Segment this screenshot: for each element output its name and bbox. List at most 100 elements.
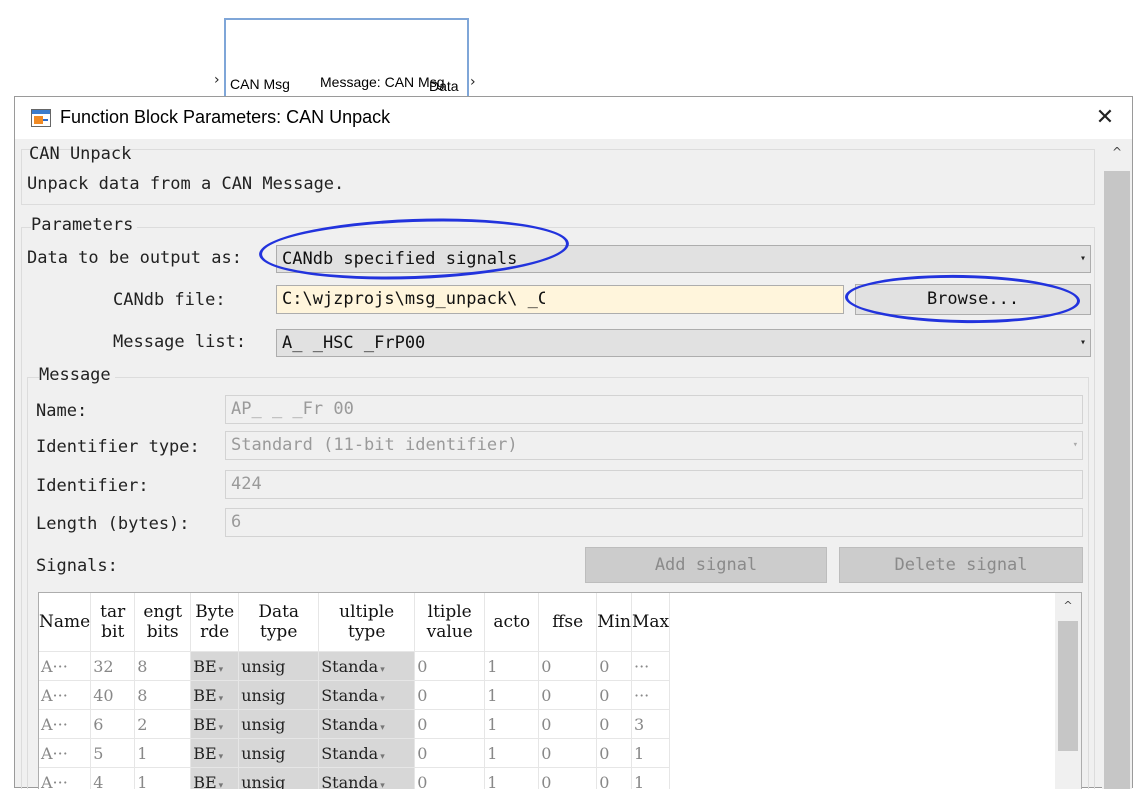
cell-max[interactable]: 1 [632, 739, 670, 768]
cell-multiplex-type[interactable]: Standa▾ [319, 652, 415, 681]
cell-multiplex-type[interactable]: Standa▾ [319, 768, 415, 789]
chevron-down-icon: ▾ [219, 752, 224, 762]
length-label: Length (bytes): [36, 514, 190, 534]
cell-start-bit[interactable]: 5 [91, 739, 135, 768]
cell-min[interactable]: 0 [597, 739, 632, 768]
cell-multiplex-value[interactable]: 0 [415, 710, 485, 739]
col-header-multiplex-type: ultipletype [319, 593, 415, 652]
cell-length[interactable]: 1 [135, 739, 191, 768]
chevron-down-icon: ▾ [1080, 246, 1086, 272]
chevron-down-icon: ▾ [380, 665, 385, 675]
scroll-up-icon[interactable]: ^ [1102, 145, 1132, 159]
cell-multiplex-value[interactable]: 0 [415, 768, 485, 789]
cell-byte-order[interactable]: BE▾ [191, 681, 239, 710]
scroll-up-icon[interactable]: ^ [1055, 599, 1081, 612]
col-header-min: Min [597, 593, 632, 652]
cell-length[interactable]: 8 [135, 681, 191, 710]
cell-multiplex-value[interactable]: 0 [415, 739, 485, 768]
cell-multiplex-type[interactable]: Standa▾ [319, 739, 415, 768]
cell-name[interactable]: A··· [39, 681, 91, 710]
cell-offset[interactable]: 0 [539, 681, 597, 710]
cell-name[interactable]: A··· [39, 652, 91, 681]
block-out-port-label: Data [429, 78, 459, 94]
length-input[interactable]: 6 [225, 508, 1083, 537]
dialog-scrollbar-thumb[interactable] [1104, 171, 1130, 789]
table-row[interactable]: A··· 6 2 BE▾ unsig Standa▾ 0 1 0 0 3 [39, 710, 670, 739]
cell-multiplex-type[interactable]: Standa▾ [319, 710, 415, 739]
output-as-label: Data to be output as: [27, 248, 242, 268]
cell-factor[interactable]: 1 [485, 681, 539, 710]
cell-length[interactable]: 1 [135, 768, 191, 789]
cell-min[interactable]: 0 [597, 768, 632, 789]
cell-max[interactable]: ··· [632, 652, 670, 681]
table-row[interactable]: A··· 5 1 BE▾ unsig Standa▾ 0 1 0 0 1 [39, 739, 670, 768]
cell-byte-order[interactable]: BE▾ [191, 768, 239, 789]
cell-data-type[interactable]: unsig [239, 739, 319, 768]
block-message-label: Message: CAN Msg [320, 74, 444, 90]
dialog-titlebar[interactable]: Function Block Parameters: CAN Unpack ✕ [15, 97, 1132, 139]
cell-factor[interactable]: 1 [485, 739, 539, 768]
identifier-input[interactable]: 424 [225, 470, 1083, 499]
cell-byte-order[interactable]: BE▾ [191, 710, 239, 739]
cell-offset[interactable]: 0 [539, 710, 597, 739]
delete-signal-button[interactable]: Delete signal [839, 547, 1083, 583]
identifier-type-label: Identifier type: [36, 437, 200, 457]
close-button[interactable]: ✕ [1090, 103, 1120, 133]
out-port-arrow-icon: › [470, 74, 476, 90]
cell-max[interactable]: ··· [632, 681, 670, 710]
cell-min[interactable]: 0 [597, 652, 632, 681]
cell-multiplex-value[interactable]: 0 [415, 652, 485, 681]
cell-length[interactable]: 8 [135, 652, 191, 681]
col-header-name: Name [39, 593, 91, 652]
cell-data-type[interactable]: unsig [239, 652, 319, 681]
cell-data-type[interactable]: unsig [239, 768, 319, 789]
cell-max[interactable]: 3 [632, 710, 670, 739]
simulink-block-icon [31, 109, 51, 127]
chevron-down-icon: ▾ [380, 723, 385, 733]
cell-factor[interactable]: 1 [485, 652, 539, 681]
identifier-label: Identifier: [36, 476, 149, 496]
message-list-dropdown[interactable]: A_ _HSC _FrP00 ▾ [276, 329, 1091, 357]
table-scrollbar[interactable]: ^ [1055, 593, 1081, 789]
name-label: Name: [36, 401, 87, 421]
cell-name[interactable]: A··· [39, 768, 91, 789]
cell-name[interactable]: A··· [39, 739, 91, 768]
dialog-scrollbar[interactable]: ^ [1102, 139, 1132, 789]
cell-byte-order[interactable]: BE▾ [191, 739, 239, 768]
table-row[interactable]: A··· 32 8 BE▾ unsig Standa▾ 0 1 0 0 ··· [39, 652, 670, 681]
simulink-block[interactable]: Message: CAN Msg CAN Msg Data [224, 18, 469, 98]
chevron-down-icon: ▾ [219, 694, 224, 704]
cell-multiplex-value[interactable]: 0 [415, 681, 485, 710]
table-scrollbar-thumb[interactable] [1058, 621, 1078, 751]
table-row[interactable]: A··· 4 1 BE▾ unsig Standa▾ 0 1 0 0 1 [39, 768, 670, 789]
cell-start-bit[interactable]: 6 [91, 710, 135, 739]
cell-offset[interactable]: 0 [539, 652, 597, 681]
cell-min[interactable]: 0 [597, 710, 632, 739]
signals-table[interactable]: Name tarbit engtbits Byterde Datatype ul… [38, 592, 1082, 789]
identifier-type-dropdown[interactable]: Standard (11-bit identifier) ▾ [225, 431, 1083, 460]
cell-max[interactable]: 1 [632, 768, 670, 789]
block-section-header: CAN Unpack [29, 144, 131, 164]
cell-data-type[interactable]: unsig [239, 681, 319, 710]
name-input[interactable]: AP_ _ _Fr 00 [225, 395, 1083, 424]
add-signal-button[interactable]: Add signal [585, 547, 827, 583]
cell-offset[interactable]: 0 [539, 768, 597, 789]
chevron-down-icon: ▾ [219, 665, 224, 675]
cell-data-type[interactable]: unsig [239, 710, 319, 739]
cell-factor[interactable]: 1 [485, 710, 539, 739]
table-row[interactable]: A··· 40 8 BE▾ unsig Standa▾ 0 1 0 0 ··· [39, 681, 670, 710]
cell-name[interactable]: A··· [39, 710, 91, 739]
col-header-offset: ffse [539, 593, 597, 652]
message-list-label: Message list: [113, 332, 246, 352]
cell-byte-order[interactable]: BE▾ [191, 652, 239, 681]
cell-offset[interactable]: 0 [539, 739, 597, 768]
cell-start-bit[interactable]: 32 [91, 652, 135, 681]
cell-length[interactable]: 2 [135, 710, 191, 739]
cell-start-bit[interactable]: 4 [91, 768, 135, 789]
block-description-text: Unpack data from a CAN Message. [27, 174, 344, 194]
cell-start-bit[interactable]: 40 [91, 681, 135, 710]
table-header-row: Name tarbit engtbits Byterde Datatype ul… [39, 593, 670, 652]
cell-multiplex-type[interactable]: Standa▾ [319, 681, 415, 710]
cell-factor[interactable]: 1 [485, 768, 539, 789]
cell-min[interactable]: 0 [597, 681, 632, 710]
